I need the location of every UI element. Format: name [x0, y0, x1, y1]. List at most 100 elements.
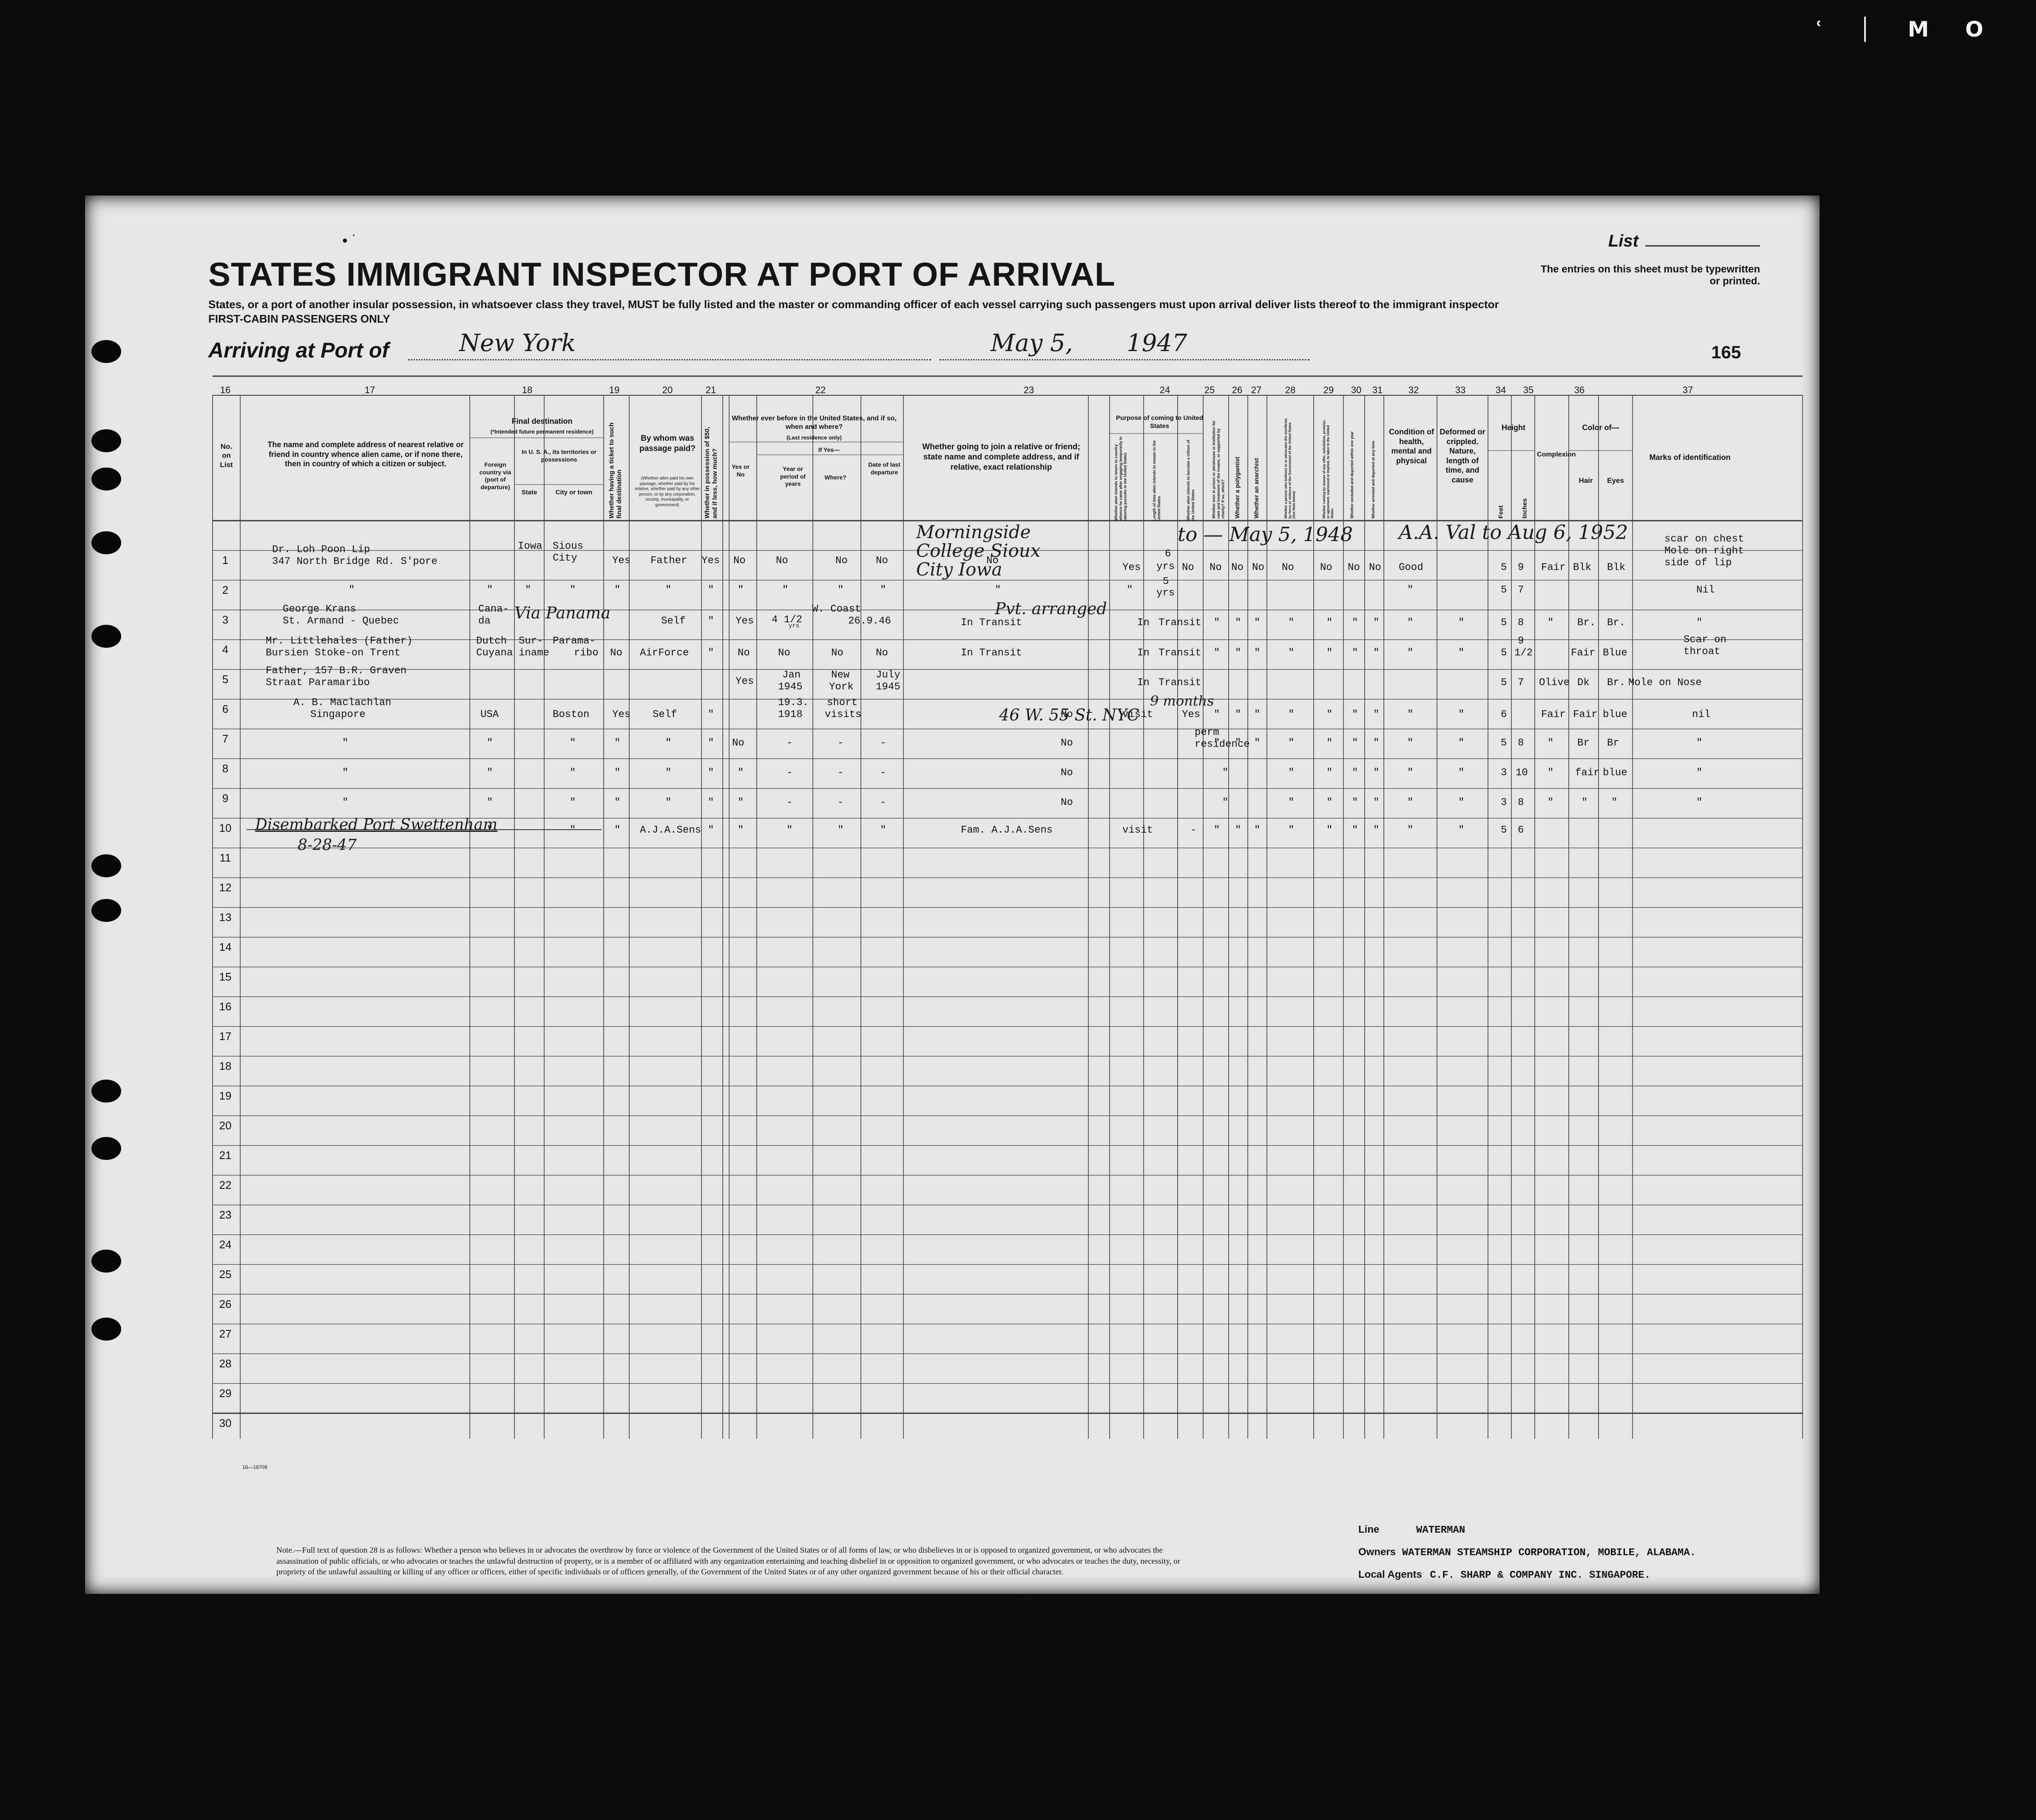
- r8-complexion-ditto: ": [1548, 767, 1554, 779]
- r9-city-ditto: ": [570, 797, 576, 808]
- row-number: 23: [219, 1208, 232, 1221]
- row-number: 8: [222, 762, 229, 775]
- r5-marks: Mole on Nose: [1628, 677, 1702, 689]
- r1-c31: No: [1369, 562, 1381, 573]
- r6-year-line2: 1918: [778, 709, 803, 720]
- r4-marks-1: Scar on: [1684, 634, 1726, 646]
- col24-title: Purpose of coming to United States: [1116, 414, 1203, 430]
- r4-money-ditto: ": [708, 647, 714, 659]
- column-number: 26: [1232, 385, 1243, 395]
- owners-value: WATERMAN STEAMSHIP CORPORATION, MOBILE, …: [1402, 1547, 1696, 1559]
- col18-title: Final destination: [511, 417, 573, 425]
- r2-marks: Nil: [1696, 584, 1715, 596]
- r6-c30-ditto: ": [1352, 709, 1358, 720]
- r1-city-line2: City: [553, 553, 577, 564]
- column-number: 36: [1574, 385, 1585, 395]
- col34-inches: Inches: [1521, 498, 1528, 519]
- r2-before-ditto: ": [738, 584, 744, 596]
- r4-inches-1: 9: [1518, 635, 1524, 647]
- r2-depart-ditto: ": [880, 584, 886, 596]
- r8-ticket-ditto: ": [614, 767, 621, 779]
- column-number: 20: [662, 385, 673, 395]
- r3-deformed-ditto: ": [1458, 617, 1465, 629]
- r9-ticket-ditto: ": [614, 797, 621, 808]
- column-number: 31: [1372, 385, 1383, 395]
- r2-money-ditto: ": [708, 584, 714, 596]
- r10-deformed-ditto: ": [1458, 825, 1465, 836]
- r10-city-ditto: ": [570, 825, 576, 836]
- r5-feet: 5: [1501, 677, 1507, 689]
- r1-health: Good: [1399, 562, 1423, 573]
- r4-c28-ditto: ": [1288, 647, 1295, 659]
- r8-money-ditto: ": [708, 767, 714, 779]
- col25-header: Whether ever in prison or almshouse or i…: [1212, 420, 1225, 519]
- column-number: 30: [1351, 385, 1362, 395]
- r4-deformed-ditto: ": [1458, 647, 1465, 659]
- r3-c30-ditto: ": [1352, 617, 1358, 629]
- r3-name-line2: St. Armand - Quebec: [283, 615, 399, 627]
- col17-header: The name and complete address of nearest…: [267, 440, 464, 468]
- col22-title: Whether ever before in the United States…: [732, 415, 897, 431]
- r7-purpose-2: residence: [1195, 739, 1250, 750]
- form-code: 16—18709: [242, 1464, 267, 1470]
- r3-inches: 8: [1518, 617, 1524, 629]
- r5-purpose: In: [1137, 677, 1150, 689]
- r8-c29-ditto: ": [1326, 767, 1333, 779]
- owners-field: Owners WATERMAN STEAMSHIP CORPORATION, M…: [1358, 1546, 1696, 1559]
- r3-c27-ditto: ": [1254, 617, 1261, 629]
- r1-marks-3: side of lip: [1664, 557, 1732, 569]
- r5-hair: Dk: [1577, 677, 1590, 689]
- r3-money-ditto: ": [708, 615, 714, 627]
- r8-health-ditto: ": [1407, 767, 1414, 779]
- r6-eyes: blue: [1603, 709, 1627, 720]
- col27-header: Whether an anarchist: [1253, 458, 1260, 519]
- r5-name-line1: Father, 157 B.R. Graven: [266, 665, 407, 677]
- r9-c30-ditto: ": [1352, 797, 1358, 808]
- r4-year: No: [778, 647, 790, 659]
- r1-c26: No: [1231, 562, 1244, 573]
- r3-eyes: Br.: [1607, 617, 1626, 629]
- column-number: 17: [364, 385, 375, 395]
- r4-foreign-line2: Cuyana: [476, 647, 513, 659]
- r3-c28-ditto: ": [1288, 617, 1295, 629]
- r4-city-line2: ribo: [574, 647, 599, 659]
- row-number: 11: [219, 851, 231, 864]
- r6-c26-ditto: ": [1235, 709, 1241, 720]
- r2-paid-ditto: ": [665, 584, 672, 596]
- column-number: 22: [815, 385, 826, 395]
- r1-where: No: [835, 555, 848, 567]
- r4-c25-ditto: ": [1214, 647, 1220, 659]
- r6-c29-ditto: ": [1326, 709, 1333, 720]
- r9-name-ditto: ": [342, 797, 349, 808]
- row-number: 3: [222, 613, 229, 626]
- r3-c31-ditto: ": [1373, 617, 1380, 629]
- r7-c30-ditto: ": [1352, 737, 1358, 749]
- r1-name-line1: Dr. Loh Poon Lip: [272, 544, 370, 556]
- column-number: 18: [522, 385, 533, 395]
- r2-join-ditto: ": [995, 584, 1001, 596]
- row-number: 6: [222, 703, 229, 715]
- r4-depart: No: [876, 647, 888, 659]
- r7-c25-ditto: ": [1214, 737, 1220, 749]
- r6-paid-by: Self: [653, 709, 677, 720]
- r10-join: Fam. A.J.A.Sens: [961, 825, 1053, 836]
- r9-feet: 3: [1501, 797, 1507, 808]
- col37-header: Marks of identification: [1649, 453, 1731, 462]
- r7-c28-ditto: ": [1288, 737, 1295, 749]
- r8-c30-ditto: ": [1352, 767, 1358, 779]
- r10-c31-ditto: ": [1373, 825, 1380, 836]
- r8-feet: 3: [1501, 767, 1507, 779]
- r10-before-ditto: ": [738, 825, 744, 836]
- col22-yesno: Yes or No: [731, 463, 750, 478]
- col34-feet: Feet: [1497, 505, 1505, 519]
- col29-header: Whether coming by reason of any offer, s…: [1322, 420, 1335, 519]
- r4-state-line1: Sur-: [519, 635, 543, 647]
- row-number: 29: [219, 1387, 232, 1400]
- column-number: 24: [1159, 385, 1170, 395]
- r7-city-ditto: ": [570, 737, 576, 749]
- r4-name-line2: Bursien Stoke-on Trent: [266, 647, 400, 659]
- r7-paid-ditto: ": [665, 737, 672, 749]
- row-number: 9: [222, 792, 229, 805]
- r4-marks-2: throat: [1684, 646, 1721, 658]
- r1-join: No: [986, 555, 999, 567]
